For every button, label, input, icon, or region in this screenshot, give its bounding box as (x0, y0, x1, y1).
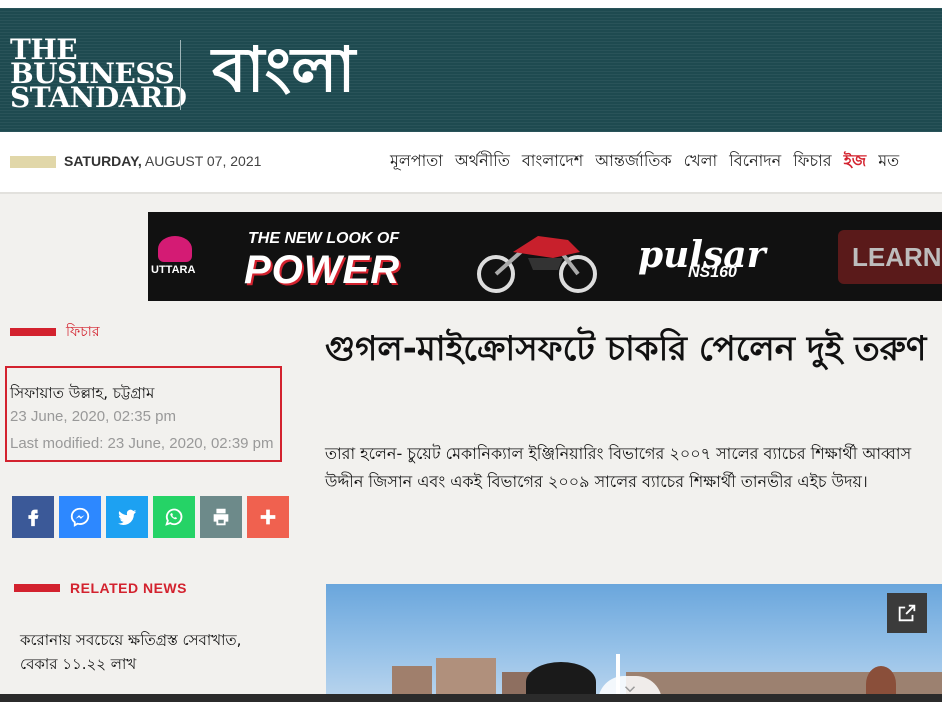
plus-icon (260, 509, 276, 525)
section-label: ফিচার (10, 320, 100, 344)
related-accent-bar (14, 584, 60, 592)
messenger-share-button[interactable] (59, 496, 101, 538)
logo-divider (180, 40, 181, 110)
ad-tagline: THE NEW LOOK OF (248, 230, 400, 247)
related-news-label: RELATED NEWS (14, 580, 187, 596)
ad-brand-text: UTTARA (151, 264, 196, 276)
date-day: SATURDAY, (64, 153, 142, 169)
nav-item-economy[interactable]: অর্থনীতি (455, 148, 510, 175)
author-name[interactable]: সিফায়াত উল্লাহ, চট্টগ্রাম (10, 382, 154, 407)
edition-logo[interactable]: বাংলা (212, 30, 355, 110)
bottom-scrollbar[interactable] (0, 694, 942, 702)
nav-item-home[interactable]: মূলপাতা (390, 148, 443, 175)
share-buttons (12, 496, 289, 538)
print-button[interactable] (200, 496, 242, 538)
expand-image-button[interactable] (887, 593, 927, 633)
related-news-heading: RELATED NEWS (70, 580, 187, 596)
ad-headline: POWER (244, 248, 401, 292)
nav-item-eid[interactable]: ইজ (844, 148, 867, 175)
section-name[interactable]: ফিচার (66, 320, 100, 344)
nav-item-bangladesh[interactable]: বাংলাদেশ (522, 148, 583, 175)
uttara-logo-icon (158, 236, 192, 262)
nav-item-opinion[interactable]: মত (878, 148, 899, 175)
modified-date: Last modified: 23 June, 2020, 02:39 pm (10, 435, 274, 452)
section-accent-bar (10, 328, 56, 336)
ad-learn-button[interactable]: LEARN (838, 230, 942, 284)
date-value: AUGUST 07, 2021 (141, 153, 262, 169)
current-date: SATURDAY, AUGUST 07, 2021 (64, 153, 261, 169)
article-headline: গুগল-মাইক্রোসফটে চাকরি পেলেন দুই তরুণ (325, 329, 927, 369)
ad-model-sub: NS160 (688, 264, 737, 281)
external-link-icon (898, 604, 916, 622)
ad-brand: UTTARA (148, 212, 208, 301)
article-summary: তারা হলেন- চুয়েট মেকানিক্যাল ইঞ্জিনিয়া… (325, 444, 912, 491)
twitter-share-button[interactable] (106, 496, 148, 538)
published-date: 23 June, 2020, 02:35 pm (10, 408, 176, 425)
facebook-share-button[interactable] (12, 496, 54, 538)
more-share-button[interactable] (247, 496, 289, 538)
messenger-icon (70, 507, 90, 527)
nav-item-entertainment[interactable]: বিনোদন (729, 148, 781, 175)
date-accent-bar (10, 156, 56, 168)
header-top-strip (0, 0, 942, 8)
logo-line-3: STANDARD (10, 81, 187, 114)
print-icon (213, 508, 229, 526)
whatsapp-share-button[interactable] (153, 496, 195, 538)
motorcycle-icon (477, 236, 597, 293)
site-header: THE BUSINESS STANDARD বাংলা (0, 0, 942, 132)
nav-item-international[interactable]: আন্তর্জাতিক (595, 148, 671, 175)
ad-banner[interactable]: UTTARA THE NEW LOOK OF POWER pulsar NS16… (148, 212, 942, 301)
site-logo[interactable]: THE BUSINESS STANDARD (10, 36, 187, 114)
related-news-item[interactable]: করোনায় সবচেয়ে ক্ষতিগ্রস্ত সেবাখাত, বেক… (20, 628, 280, 676)
nav-bar: SATURDAY, AUGUST 07, 2021 মূলপাতা অর্থনী… (0, 132, 942, 194)
facebook-icon (28, 509, 39, 527)
nav-item-feature[interactable]: ফিচার (793, 148, 831, 175)
nav-item-sports[interactable]: খেলা (684, 148, 718, 175)
main-menu: মূলপাতা অর্থনীতি বাংলাদেশ আন্তর্জাতিক খে… (390, 148, 899, 175)
twitter-icon (117, 509, 137, 526)
whatsapp-icon (165, 508, 183, 526)
